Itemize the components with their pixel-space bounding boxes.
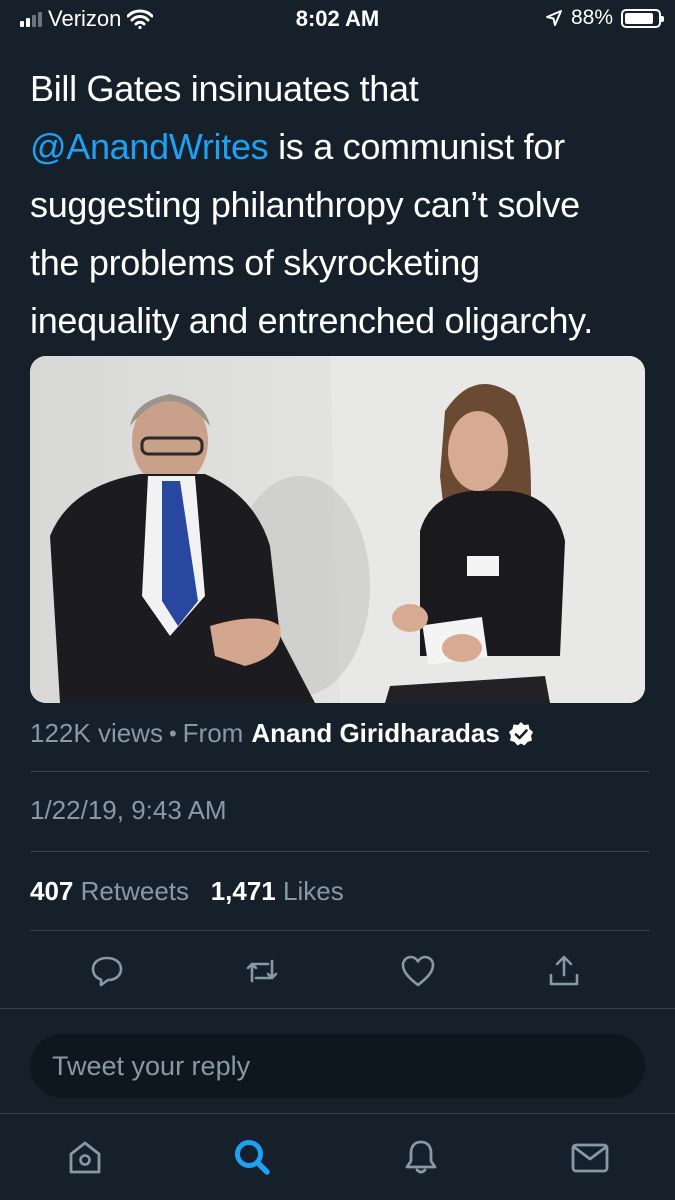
like-icon [401,955,435,987]
like-button[interactable] [395,948,441,994]
divider [30,771,650,772]
divider [30,930,650,931]
media-attribution: 122K views • From Anand Giridharadas [30,718,534,749]
retweets-count: 407 [30,876,74,906]
status-bar: Verizon 8:02 AM 88% [0,0,675,36]
divider [30,851,650,852]
from-label: From [182,718,244,748]
likes-stat[interactable]: 1,471 Likes [211,876,344,906]
tweet-text: Bill Gates insinuates that @AnandWrites … [30,60,650,350]
video-player[interactable] [30,356,645,703]
search-icon [235,1140,270,1175]
retweet-button[interactable] [239,948,285,994]
reply-button[interactable] [84,948,130,994]
retweets-label: Retweets [80,876,190,906]
view-count: 122K views [30,718,163,748]
home-icon [69,1141,101,1174]
battery-icon [621,8,664,28]
tweet-line: suggesting philanthropy can’t solve [30,184,580,225]
tweet-line: inequality and entrenched oligarchy. [30,300,593,341]
status-right: 88% [545,6,664,30]
reply-icon [91,956,123,987]
likes-label: Likes [283,876,344,906]
author-name-link[interactable]: Anand Giridharadas [251,718,500,749]
location-arrow-icon [545,10,562,26]
divider [0,1008,675,1009]
tab-home[interactable] [62,1134,108,1180]
retweet-icon [246,959,278,983]
messages-icon [571,1143,609,1173]
tweet-line: Bill Gates insinuates that [30,68,419,109]
tab-messages[interactable] [567,1134,613,1180]
reply-input[interactable]: Tweet your reply [30,1034,645,1098]
tab-bar [0,1114,675,1200]
tweet-timestamp: 1/22/19, 9:43 AM [30,795,227,825]
retweet-stat[interactable]: 407 Retweets [30,876,189,906]
share-icon [549,955,579,986]
video-frame [30,356,645,703]
tweet-line: is a communist for [268,126,565,167]
likes-count: 1,471 [210,876,276,906]
verified-badge-icon [508,721,533,745]
tab-search[interactable] [229,1134,275,1180]
tweet-line: the problems of skyrocketing [30,242,480,283]
battery-percent: 88% [570,6,613,29]
share-button[interactable] [541,948,587,994]
mention-link[interactable]: @AnandWrites [30,126,269,167]
notifications-icon [405,1140,437,1174]
tweet-actions [0,948,675,994]
reply-bar: Tweet your reply [0,1018,675,1114]
separator-dot: • [168,720,177,746]
tweet-stats: 407 Retweets 1,471 Likes [30,876,344,907]
tab-notifications[interactable] [398,1134,444,1180]
